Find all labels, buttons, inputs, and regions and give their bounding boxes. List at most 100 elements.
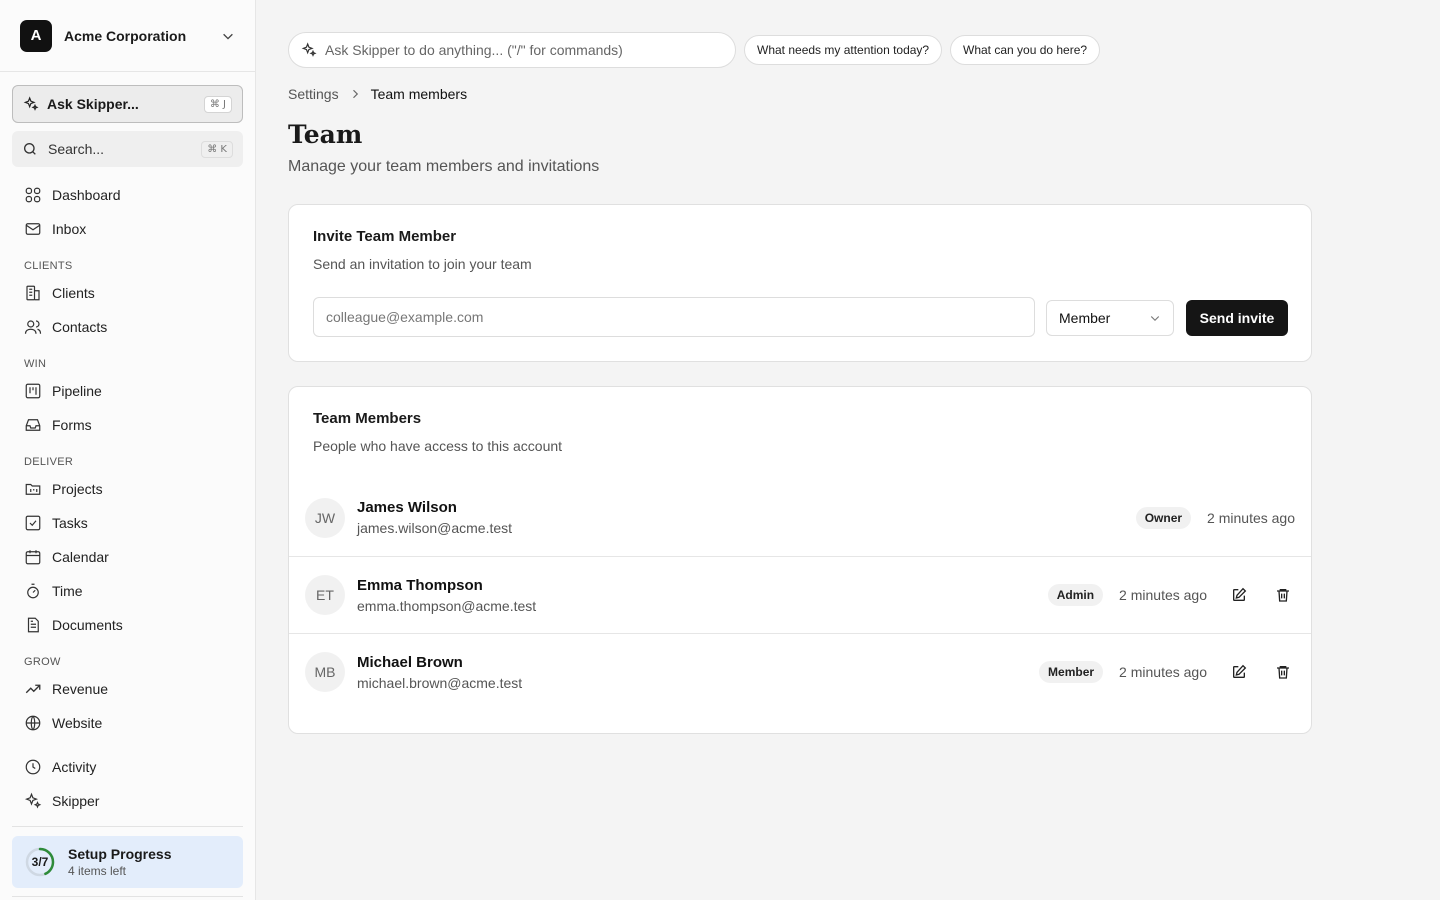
sidebar-item-forms[interactable]: Forms <box>12 408 243 442</box>
member-joined-time: 2 minutes ago <box>1119 587 1207 603</box>
team-members-card: Team Members People who have access to t… <box>288 386 1312 734</box>
users-icon <box>24 320 42 334</box>
member-row: JW James Wilson james.wilson@acme.test O… <box>289 479 1311 556</box>
sidebar-item-inbox[interactable]: Inbox <box>12 212 243 246</box>
sidebar-item-label: Calendar <box>52 549 109 565</box>
setup-subtitle: 4 items left <box>68 864 127 878</box>
chevron-right-icon <box>352 89 358 99</box>
kanban-icon <box>25 383 41 399</box>
member-info: Emma Thompson emma.thompson@acme.test <box>357 577 1048 614</box>
main-content: Ask Skipper to do anything... ("/" for c… <box>256 0 1440 900</box>
member-joined-time: 2 minutes ago <box>1207 509 1295 526</box>
member-email: james.wilson@acme.test <box>357 520 513 536</box>
sidebar-item-tasks[interactable]: Tasks <box>12 506 243 540</box>
setup-progress-card[interactable]: 3/7 Setup Progress 4 items left <box>12 836 243 888</box>
sidebar-item-label: Documents <box>52 617 123 633</box>
role-badge: Owner <box>1135 506 1192 529</box>
search-shortcut: ⌘ K <box>201 140 233 158</box>
sidebar-item-label: Inbox <box>52 221 87 237</box>
sparkles-icon <box>24 792 42 809</box>
sidebar-item-website[interactable]: Website <box>12 706 243 740</box>
ask-shortcut: ⌘ J <box>203 95 232 113</box>
org-name: Acme Corporation <box>64 27 187 44</box>
page-subtitle: Manage your team members and invitations <box>288 158 600 175</box>
setup-progress-count: 3/7 <box>31 855 49 869</box>
sidebar-item-label: Tasks <box>52 515 88 531</box>
sidebar-item-label: Pipeline <box>52 383 102 399</box>
sidebar-item-pipeline[interactable]: Pipeline <box>12 374 243 408</box>
calendar-icon <box>25 550 41 565</box>
delete-member-button[interactable] <box>1271 583 1295 607</box>
org-switcher[interactable]: A Acme Corporation <box>0 0 255 72</box>
trash-icon <box>1277 666 1289 679</box>
section-grow: GROW <box>24 656 61 668</box>
org-logo: A <box>20 19 52 52</box>
member-info: Michael Brown michael.brown@acme.test <box>357 654 1039 691</box>
sidebar-item-documents[interactable]: Documents <box>12 608 243 642</box>
sidebar-item-label: Forms <box>52 417 92 433</box>
command-input[interactable]: Ask Skipper to do anything... ("/" for c… <box>288 32 736 68</box>
sidebar-item-time[interactable]: Time <box>12 574 243 608</box>
sidebar-footer-divider <box>12 896 243 897</box>
suggestion-chip-attention[interactable]: What needs my attention today? <box>744 35 943 65</box>
member-name: James Wilson <box>357 499 457 516</box>
member-name: Michael Brown <box>357 653 463 671</box>
edit-member-button[interactable] <box>1227 583 1251 607</box>
sidebar-item-contacts[interactable]: Contacts <box>12 310 243 344</box>
invite-card: Invite Team Member Send an invitation to… <box>288 204 1312 362</box>
sidebar-item-label: Dashboard <box>52 187 121 203</box>
member-row: ET Emma Thompson emma.thompson@acme.test… <box>289 556 1311 633</box>
invite-title: Invite Team Member <box>313 228 457 245</box>
sidebar-item-projects[interactable]: Projects <box>12 472 243 506</box>
trending-up-icon <box>25 684 41 694</box>
inbox-tray-icon <box>25 419 41 431</box>
invite-email-input[interactable]: colleague@example.com <box>313 297 1035 337</box>
invite-role-select[interactable]: Member <box>1046 300 1174 336</box>
edit-icon <box>1233 587 1247 601</box>
sidebar-item-label: Projects <box>52 481 103 497</box>
chevron-down-icon <box>1150 316 1160 322</box>
search-button[interactable]: Search... ⌘ K <box>12 131 243 167</box>
role-select-value: Member <box>1059 310 1111 326</box>
sidebar: A Acme Corporation Ask Skipper... ⌘ J Se… <box>0 0 256 900</box>
suggestion-chip-capabilities[interactable]: What can you do here? <box>950 35 1101 65</box>
breadcrumb: Settings Team members <box>288 86 467 102</box>
sidebar-item-calendar[interactable]: Calendar <box>12 540 243 574</box>
clock-icon <box>25 759 41 775</box>
setup-text: Setup Progress 4 items left <box>68 846 171 878</box>
sidebar-item-clients[interactable]: Clients <box>12 276 243 310</box>
edit-icon <box>1233 664 1247 678</box>
sidebar-item-dashboard[interactable]: Dashboard <box>12 178 243 212</box>
trash-icon <box>1277 589 1289 602</box>
sidebar-item-label: Time <box>52 583 83 599</box>
delete-member-button[interactable] <box>1271 660 1295 684</box>
sidebar-item-revenue[interactable]: Revenue <box>12 672 243 706</box>
send-invite-button[interactable]: Send invite <box>1186 300 1288 336</box>
member-joined-time: 2 minutes ago <box>1119 664 1207 680</box>
invite-subtitle: Send an invitation to join your team <box>313 256 532 272</box>
document-icon <box>27 617 39 633</box>
role-badge: Member <box>1039 661 1104 683</box>
checkbox-icon <box>25 515 41 531</box>
sidebar-item-activity[interactable]: Activity <box>12 750 243 784</box>
sidebar-item-label: Contacts <box>52 319 108 335</box>
ask-skipper-button[interactable]: Ask Skipper... ⌘ J <box>12 85 243 123</box>
grid-icon <box>25 187 41 203</box>
section-deliver: DELIVER <box>24 456 74 468</box>
sidebar-item-skipper[interactable]: Skipper <box>12 784 243 818</box>
breadcrumb-current: Team members <box>370 86 468 102</box>
member-info: James Wilson james.wilson@acme.test <box>357 499 1136 536</box>
globe-icon <box>25 715 41 731</box>
role-badge: Admin <box>1047 584 1104 606</box>
avatar: ET <box>305 575 345 615</box>
page-title: Team <box>288 120 363 149</box>
member-row: MB Michael Brown michael.brown@acme.test… <box>289 633 1311 710</box>
search-icon <box>24 143 36 155</box>
breadcrumb-settings[interactable]: Settings <box>288 86 339 102</box>
stopwatch-icon <box>27 583 39 599</box>
edit-member-button[interactable] <box>1227 660 1251 684</box>
member-email: michael.brown@acme.test <box>357 674 523 691</box>
search-label: Search... <box>48 141 105 157</box>
member-name: Emma Thompson <box>357 576 483 594</box>
